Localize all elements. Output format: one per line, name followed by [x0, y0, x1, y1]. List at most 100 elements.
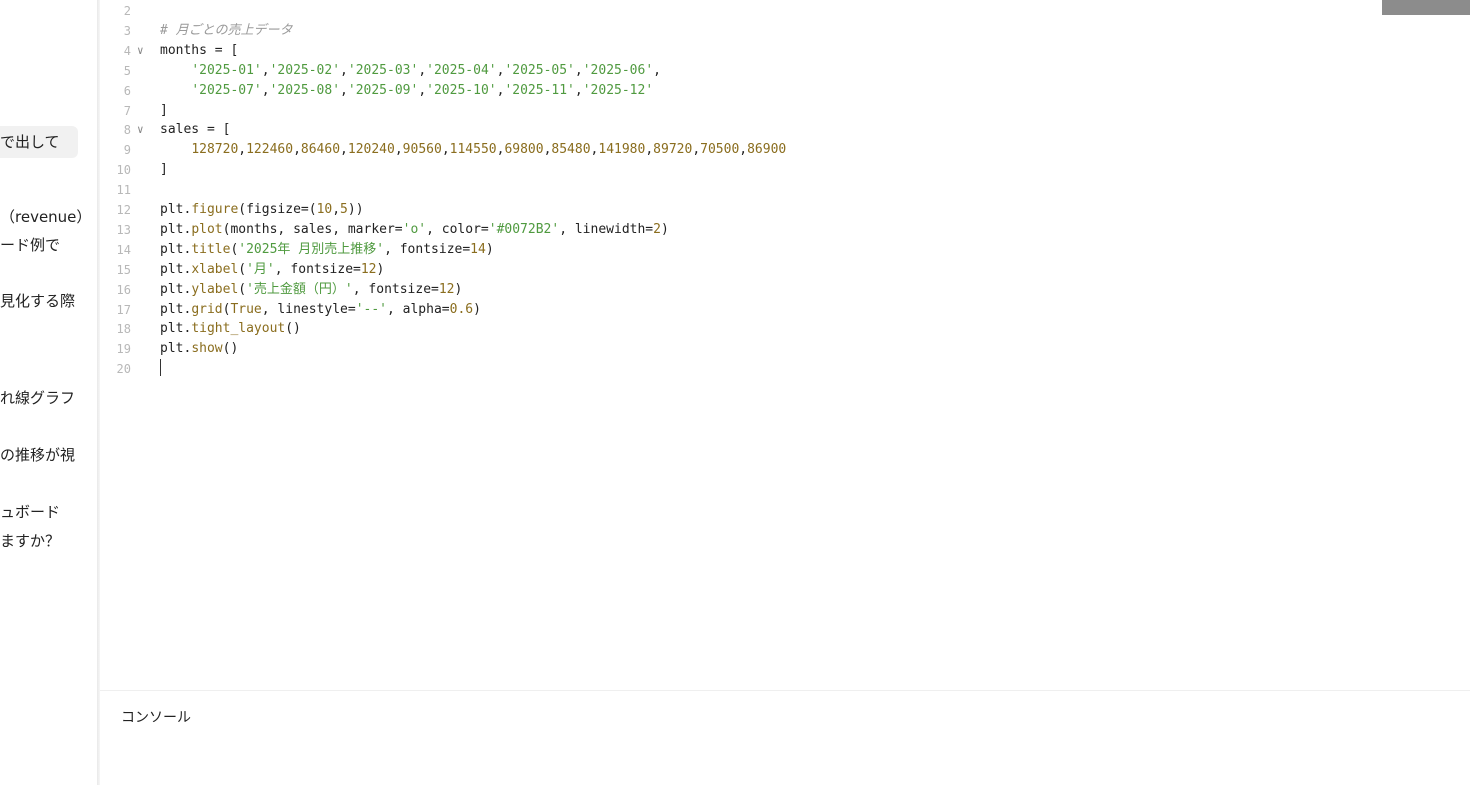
code-text: # 月ごとの売上データ: [160, 21, 293, 41]
code-token: ): [485, 241, 494, 257]
code-token: ): [376, 261, 385, 277]
chat-text-line: ュボード: [0, 503, 61, 521]
code-token: ylabel: [191, 281, 239, 297]
line-number: 20: [116, 362, 131, 377]
code-text: ]: [160, 101, 168, 121]
line-number: 14: [116, 242, 131, 257]
line-number: 4: [123, 43, 131, 58]
code-token: 2: [653, 221, 661, 237]
code-line[interactable]: 20: [100, 359, 1470, 379]
code-token: ): [473, 301, 481, 317]
code-text: months = [: [160, 41, 238, 61]
code-token: 5: [340, 202, 348, 217]
code-token: plt.: [160, 261, 192, 277]
code-token: ,: [261, 82, 270, 98]
chat-text-line: の推移が視: [0, 446, 76, 464]
code-token: '2025-06': [582, 62, 654, 78]
code-token: (: [238, 261, 247, 277]
code-token: # 月ごとの売上データ: [160, 22, 293, 38]
code-token: ,: [739, 142, 748, 158]
fold-chevron-icon[interactable]: ∨: [137, 120, 144, 140]
code-token: '2025年 月別売上推移': [238, 241, 385, 257]
code-text: plt.show(): [160, 339, 238, 359]
line-number: 2: [123, 4, 131, 18]
fold-chevron-icon[interactable]: ∨: [137, 41, 144, 61]
code-token: plt.: [160, 202, 192, 217]
line-number: 19: [116, 342, 131, 357]
code-editor[interactable]: 2 3 # 月ごとの売上データ 4 ∨ months = [5 '2025-01','20…: [100, 0, 1470, 690]
code-token: '2025-09': [347, 82, 419, 98]
code-text: plt.tight_layout(): [160, 319, 301, 339]
code-token: '2025-11': [504, 82, 575, 98]
code-line[interactable]: 8 ∨ sales = [: [100, 120, 1470, 140]
code-token: 141980: [598, 142, 646, 158]
code-token: 86460: [300, 142, 341, 158]
line-number: 13: [116, 222, 131, 237]
line-number: 17: [116, 302, 131, 317]
code-token: ): [454, 281, 463, 297]
code-text: plt.ylabel('売上金額（円）', fontsize=12): [160, 280, 462, 300]
code-text: plt.plot(months, sales, marker='o', colo…: [160, 220, 669, 240]
code-token: plt.: [160, 241, 192, 257]
code-line[interactable]: 4 ∨ months = [: [100, 41, 1470, 61]
code-token: ,: [653, 62, 661, 78]
console-title: コンソール: [121, 710, 191, 726]
chat-panel: で出して （revenue） ード例で 見化する際 れ線グラフ の推移が視 ュボ…: [0, 0, 97, 785]
code-token: '--': [355, 301, 387, 317]
code-line[interactable]: 14 plt.title('2025年 月別売上推移', fontsize=14): [100, 240, 1470, 260]
code-line[interactable]: 9 128720,122460,86460,120240,90560,11455…: [100, 140, 1470, 160]
code-token: ,: [692, 142, 701, 158]
code-token: months = [: [160, 42, 239, 58]
code-line[interactable]: 18 plt.tight_layout(): [100, 319, 1470, 339]
code-token: 12: [438, 281, 455, 297]
code-line[interactable]: 10]: [100, 160, 1470, 180]
chat-text-line: ード例で: [0, 236, 61, 254]
code-token: , fontsize=: [384, 241, 471, 257]
code-token: 89720: [653, 142, 693, 158]
code-token: '2025-10': [426, 82, 497, 98]
code-token: ): [660, 221, 669, 237]
code-text: 128720,122460,86460,120240,90560,114550,…: [160, 140, 786, 160]
code-token: , linestyle=: [261, 301, 356, 317]
code-line[interactable]: 2: [100, 1, 1470, 21]
code-token: 'o': [402, 221, 427, 237]
code-text: plt.figure(figsize=(10,5)): [160, 200, 364, 220]
line-number: 15: [116, 262, 131, 277]
code-token: '2025-03': [347, 62, 419, 78]
code-line[interactable]: 13 plt.plot(months, sales, marker='o', co…: [100, 220, 1470, 240]
code-line[interactable]: 17 plt.grid(True, linestyle='--', alpha=0…: [100, 300, 1470, 320]
code-token: )): [347, 202, 364, 217]
code-token: 128720: [191, 142, 239, 158]
code-text: plt.title('2025年 月別売上推移', fontsize=14): [160, 240, 494, 260]
code-token: plot: [191, 221, 223, 237]
code-token: 114550: [449, 142, 497, 158]
code-token: plt.: [160, 321, 192, 337]
code-line[interactable]: 5 '2025-01','2025-02','2025-03','2025-04…: [100, 61, 1470, 81]
chat-text-line: れ線グラフ: [0, 389, 76, 407]
code-token: 69800: [504, 142, 544, 158]
code-line[interactable]: 3 # 月ごとの売上データ: [100, 21, 1470, 41]
code-line[interactable]: 7]: [100, 101, 1470, 121]
code-text: '2025-01','2025-02','2025-03','2025-04',…: [160, 61, 661, 81]
code-line[interactable]: 19 plt.show(): [100, 339, 1470, 359]
line-number: 6: [123, 83, 131, 98]
code-line[interactable]: 12 plt.figure(figsize=(10,5)): [100, 200, 1470, 220]
console-panel[interactable]: コンソール: [100, 690, 1470, 785]
line-number: 10: [116, 163, 131, 178]
code-line[interactable]: 15 plt.xlabel('月', fontsize=12): [100, 260, 1470, 280]
code-line[interactable]: 6 '2025-07','2025-08','2025-09','2025-10…: [100, 81, 1470, 101]
line-number: 9: [123, 143, 131, 158]
app-root: で出して （revenue） ード例で 見化する際 れ線グラフ の推移が視 ュボ…: [0, 0, 1470, 785]
code-token: , fontsize=: [352, 281, 439, 297]
line-number: 7: [123, 103, 131, 118]
code-token: 0.6: [449, 301, 474, 317]
code-token: '2025-05': [504, 62, 575, 78]
code-token: plt.: [160, 301, 192, 317]
code-token: ,: [293, 142, 301, 158]
code-token: 86900: [747, 142, 787, 158]
code-token: True: [230, 301, 262, 317]
code-token: '#0072B2': [488, 221, 560, 237]
code-line[interactable]: 11: [100, 180, 1470, 200]
code-line[interactable]: 16 plt.ylabel('売上金額（円）', fontsize=12): [100, 280, 1470, 300]
code-token: grid: [191, 301, 223, 317]
